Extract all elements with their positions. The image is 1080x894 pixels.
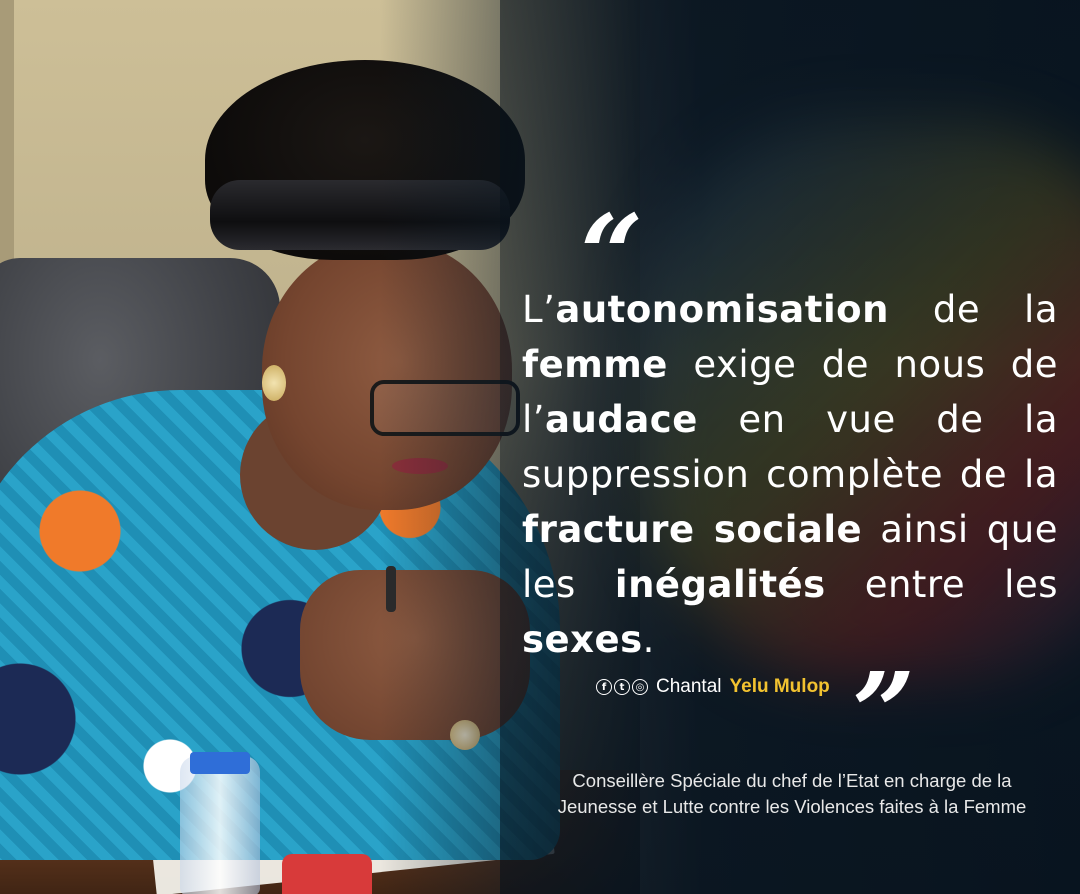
quote-emphasis: fracture sociale [522, 508, 863, 551]
quote-emphasis: autonomisation [555, 288, 889, 331]
quote-segment: L’ [522, 288, 556, 331]
author-title-line-2: Jeunesse et Lutte contre les Violences f… [557, 796, 1027, 817]
author-row: f t ◎ Chantal Yelu Mulop [596, 676, 830, 698]
facebook-icon: f [596, 679, 612, 695]
author-last-name: Yelu Mulop [729, 676, 830, 697]
poster: “ L’autonomisation de la femme exige de … [0, 0, 1080, 894]
quote-emphasis: inégalités [614, 563, 826, 606]
quote-emphasis: audace [545, 398, 698, 441]
earring [262, 365, 286, 401]
author-title: Conseillère Spéciale du chef de l’Etat e… [520, 768, 1064, 820]
quote-emphasis: sexes [522, 618, 643, 661]
instagram-icon: ◎ [632, 679, 648, 695]
close-quote-mark: ” [852, 648, 916, 777]
author-title-line-1: Conseillère Spéciale du chef de l’Etat e… [572, 770, 1012, 791]
soda-can [282, 854, 372, 894]
author-first-name: Chantal [656, 676, 722, 697]
twitter-icon: t [614, 679, 630, 695]
quote-segment: de la [888, 288, 1058, 331]
quote-segment: entre les [825, 563, 1058, 606]
bottle-cap [190, 752, 250, 774]
quote-emphasis: femme [522, 343, 668, 386]
quote-text: L’autonomisation de la femme exige de no… [522, 282, 1058, 667]
quote-segment: . [642, 618, 655, 661]
water-bottle [180, 756, 260, 894]
